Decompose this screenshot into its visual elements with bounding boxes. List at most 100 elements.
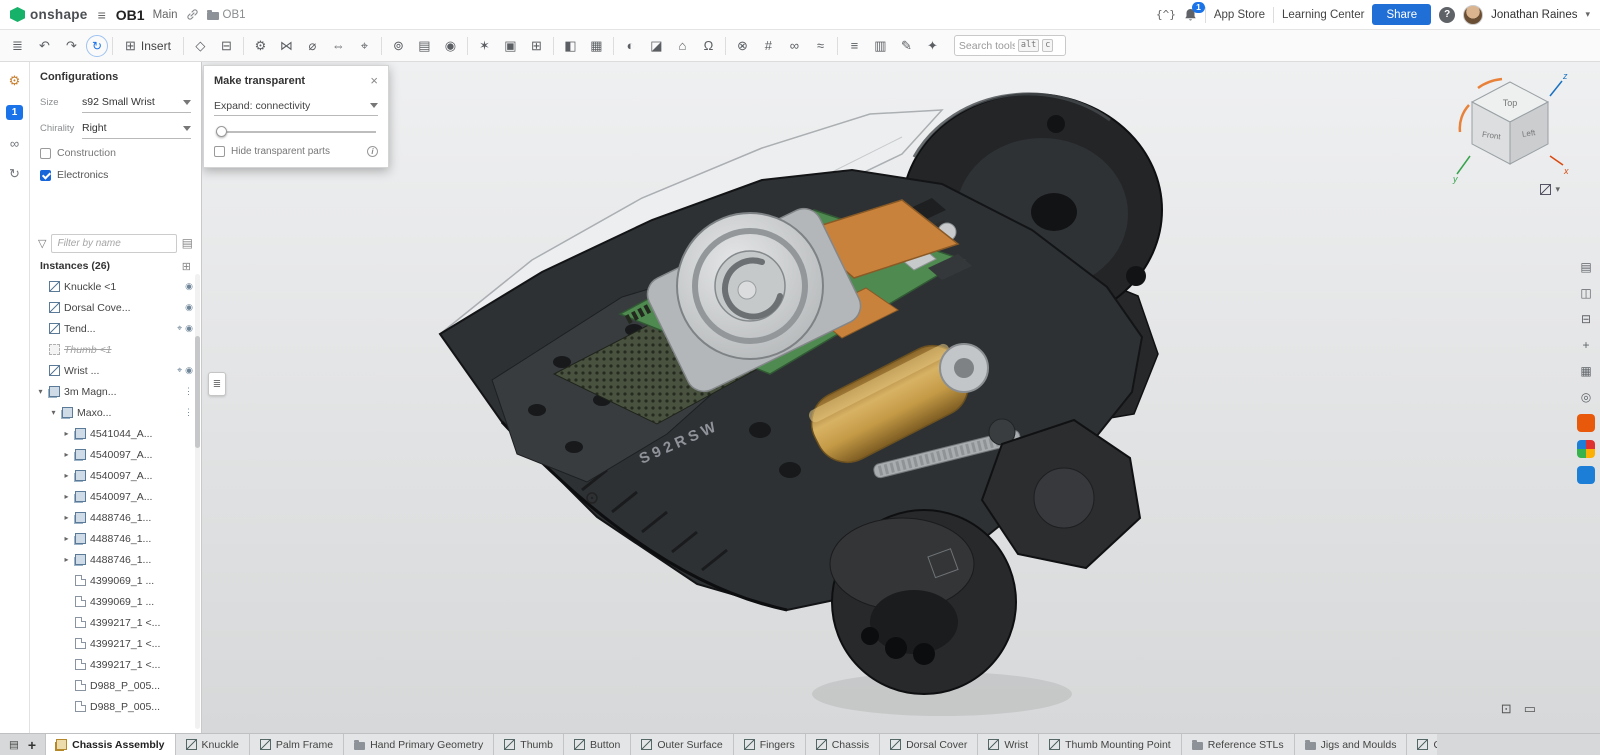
mate-icon[interactable]: ◇ (188, 34, 213, 58)
snapshot-icon[interactable]: ▣ (498, 34, 523, 58)
attachments-rail-icon[interactable]: ∞ (6, 134, 24, 152)
instance-row[interactable]: ▾Maxo...⋮ (30, 402, 201, 423)
measure-panel-icon[interactable]: + (1577, 336, 1595, 354)
parent-folder[interactable]: OB1 (207, 9, 246, 21)
tab-knuckle[interactable]: Knuckle (176, 734, 250, 755)
linear-pattern-icon[interactable]: ▤ (412, 34, 437, 58)
3d-viewport[interactable]: S92RSW Make transparent × Expand: connec… (202, 62, 1600, 733)
circular-pattern-icon[interactable]: ◉ (438, 34, 463, 58)
eye-icon[interactable]: ◉ (185, 365, 193, 376)
integrated-app-blue-icon[interactable] (1577, 466, 1595, 484)
instance-row[interactable]: 4399217_1 <... (30, 654, 201, 675)
electronics-checkbox-row[interactable]: Electronics (30, 164, 201, 186)
instance-row[interactable]: Wrist ...⌖◉ (30, 360, 201, 381)
instance-row[interactable]: Knuckle <1◉ (30, 276, 201, 297)
parts-panel-icon[interactable]: ▤ (1577, 258, 1595, 276)
named-positions-icon[interactable]: ⊞ (524, 34, 549, 58)
interference-icon[interactable]: ⊗ (730, 34, 755, 58)
integrated-app-multi-icon[interactable] (1577, 440, 1595, 458)
tree-chevron-icon[interactable]: ▸ (62, 492, 71, 501)
instance-row[interactable]: 4399217_1 <... (30, 633, 201, 654)
user-avatar[interactable] (1463, 5, 1483, 25)
filter-input[interactable] (51, 234, 176, 253)
tab-palm-frame[interactable]: Palm Frame (250, 734, 344, 755)
explode-icon[interactable]: ✶ (472, 34, 497, 58)
configurations-tool-icon[interactable]: ≡ (842, 34, 867, 58)
tab-hand-primary-geometry[interactable]: Hand Primary Geometry (344, 734, 494, 755)
instances-collapse-icon[interactable]: ⊞ (182, 260, 191, 273)
assembly-3d-model[interactable]: S92RSW (202, 62, 1600, 733)
instance-row[interactable]: ▸4488746_1... (30, 549, 201, 570)
properties-panel-icon[interactable]: ▦ (1577, 362, 1595, 380)
measure-icon[interactable]: ⌂ (670, 34, 695, 58)
eye-icon[interactable]: ◉ (185, 323, 193, 334)
present-icon[interactable]: ▭ (1524, 701, 1536, 717)
rotate-up-arrow-icon[interactable] (1478, 79, 1502, 88)
instance-row[interactable]: Dorsal Cove...◉ (30, 297, 201, 318)
display-states-icon[interactable]: ◧ (558, 34, 583, 58)
featurescript-icon[interactable]: {^} (1156, 8, 1176, 21)
linear-relation-icon[interactable]: ⇔ (326, 34, 351, 58)
close-icon[interactable]: × (370, 74, 378, 87)
transparency-slider[interactable] (216, 125, 376, 139)
insert-button[interactable]: ⊞ Insert (117, 34, 179, 58)
onshape-logo[interactable]: onshape (10, 7, 88, 22)
instance-row[interactable]: ▸4540097_A... (30, 444, 201, 465)
tree-chevron-icon[interactable]: ▾ (36, 387, 45, 396)
drawing-icon[interactable]: ✎ (894, 34, 919, 58)
configurations-rail-icon[interactable]: ⚙ (6, 72, 24, 90)
electronics-checkbox[interactable] (40, 170, 51, 181)
info-icon[interactable]: i (367, 146, 378, 157)
instance-row[interactable]: ▸4488746_1... (30, 507, 201, 528)
learning-center-link[interactable]: Learning Center (1282, 9, 1364, 21)
list-view-icon[interactable]: ▤ (182, 236, 193, 250)
search-tools-input[interactable] (959, 40, 1015, 52)
instance-row[interactable]: Tend...⌖◉ (30, 318, 201, 339)
mate-connector-icon[interactable]: ⌖ (352, 34, 377, 58)
rotate-left-arrow-icon[interactable] (1460, 105, 1469, 132)
group-icon[interactable]: ⊟ (214, 34, 239, 58)
help-icon[interactable]: ? (1439, 7, 1455, 23)
construction-checkbox-row[interactable]: Construction (30, 142, 201, 164)
slider-track[interactable] (216, 131, 376, 133)
versions-rail-icon[interactable]: ↻ (6, 165, 24, 183)
instance-row[interactable]: 4399069_1 ... (30, 570, 201, 591)
appearance-icon[interactable]: ◐ (618, 34, 643, 58)
gear-relation-icon[interactable]: ⚙ (248, 34, 273, 58)
panel-toggle-button[interactable]: ≣ (208, 372, 226, 396)
slider-knob[interactable] (216, 126, 227, 137)
dots-icon[interactable]: ⋮ (184, 407, 193, 418)
tree-chevron-icon[interactable]: ▸ (62, 534, 71, 543)
size-select[interactable]: s92 Small Wrist (82, 93, 191, 113)
share-button[interactable]: Share (1372, 4, 1431, 25)
eye-icon[interactable]: ◉ (185, 302, 193, 313)
tab-chassis[interactable]: Chassis (806, 734, 880, 755)
update-icon[interactable]: ↻ (86, 35, 108, 57)
instance-row[interactable]: 4399217_1 <... (30, 612, 201, 633)
print-icon[interactable]: ⊡ (1501, 701, 1512, 717)
tab-reference-stls[interactable]: Reference STLs (1182, 734, 1295, 755)
dots-icon[interactable]: ⋮ (184, 386, 193, 397)
tab-button[interactable]: Button (564, 734, 631, 755)
comments-panel-icon[interactable]: ◫ (1577, 284, 1595, 302)
selection-panel-icon[interactable]: ◎ (1577, 388, 1595, 406)
frame-icon[interactable]: # (756, 34, 781, 58)
document-menu-icon[interactable]: ≡ (96, 7, 108, 23)
tree-chevron-icon[interactable]: ▸ (62, 429, 71, 438)
tab-jigs-and-moulds[interactable]: Jigs and Moulds (1295, 734, 1408, 755)
mate-icon[interactable]: ⌖ (177, 365, 182, 376)
share-link-icon[interactable] (186, 8, 199, 21)
tab-dorsal-cover[interactable]: Dorsal Cover (880, 734, 978, 755)
eye-icon[interactable]: ◉ (185, 281, 193, 292)
screw-relation-icon[interactable]: ⌀ (300, 34, 325, 58)
rack-pinion-relation-icon[interactable]: ⋈ (274, 34, 299, 58)
instance-row[interactable]: 4399069_1 ... (30, 591, 201, 612)
tree-chevron-icon[interactable]: ▸ (62, 555, 71, 564)
hide-transparent-row[interactable]: Hide transparent parts i (214, 146, 378, 157)
tab-wrist[interactable]: Wrist (978, 734, 1039, 755)
replicate-icon[interactable]: ⊚ (386, 34, 411, 58)
integrated-app-orange-icon[interactable] (1577, 414, 1595, 432)
bom-panel-icon[interactable]: ⊟ (1577, 310, 1595, 328)
mass-properties-icon[interactable]: Ω (696, 34, 721, 58)
tab-outer-surface[interactable]: Outer Surface (631, 734, 733, 755)
